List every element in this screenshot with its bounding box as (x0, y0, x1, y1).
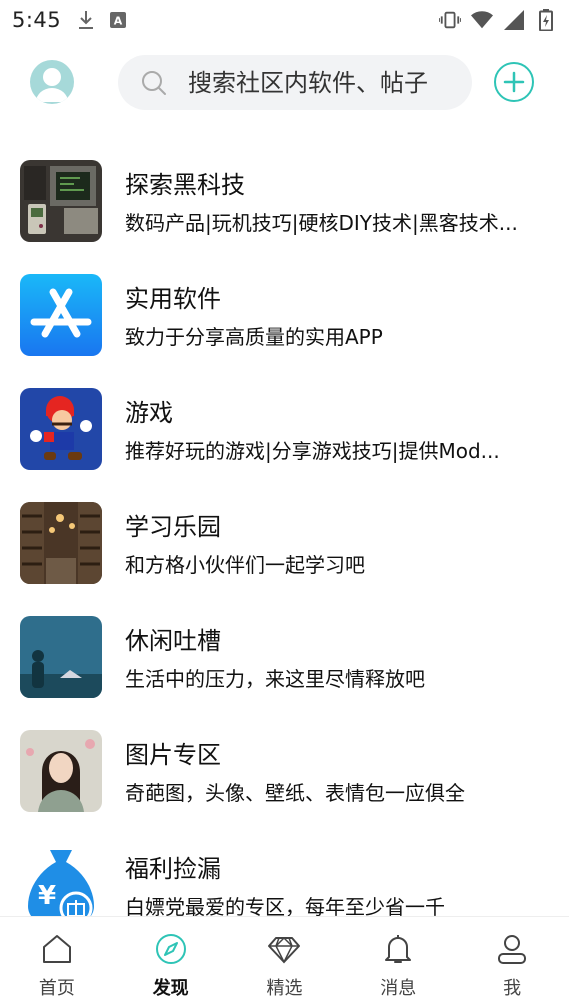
money-bag-icon: ¥ (20, 844, 102, 916)
list-item[interactable]: ¥ 福利捡漏 白嫖党最爱的专区，每年至少省一千 (0, 839, 569, 916)
list-item-title: 福利捡漏 (125, 855, 221, 883)
diamond-icon (268, 936, 301, 964)
status-time: 5:45 (12, 8, 62, 32)
top-bar (0, 48, 569, 116)
list-item-title: 学习乐园 (125, 513, 221, 541)
tab-messages[interactable]: 消息 (341, 917, 455, 1007)
list-item[interactable]: 图片专区 奇葩图，头像、壁纸、表情包一应俱全 (0, 725, 569, 825)
tab-featured[interactable]: 精选 (228, 917, 342, 1007)
tab-label: 发现 (152, 978, 189, 999)
tab-label: 精选 (266, 978, 303, 999)
search-icon (140, 69, 168, 97)
svg-text:A: A (114, 15, 123, 28)
tab-home[interactable]: 首页 (0, 917, 114, 1007)
list-item-desc: 推荐好玩的游戏|分享游戏技巧|提供Mod... (125, 439, 500, 463)
status-bar: 5:45 A (0, 0, 569, 40)
list-item-desc: 生活中的压力，来这里尽情释放吧 (125, 667, 425, 691)
tab-me[interactable]: 我 (455, 917, 569, 1007)
bottom-tab-bar: 首页 发现 精选 消息 我 (0, 916, 569, 1007)
avatar[interactable] (30, 60, 74, 104)
list-item[interactable]: 学习乐园 和方格小伙伴们一起学习吧 (0, 497, 569, 597)
home-icon (42, 935, 71, 963)
add-button[interactable] (494, 62, 534, 102)
list-item-desc: 和方格小伙伴们一起学习吧 (125, 553, 365, 577)
list-item-title: 休闲吐槽 (125, 627, 221, 655)
list-item[interactable]: 实用软件 致力于分享高质量的实用APP (0, 269, 569, 369)
portrait-thumbnail (20, 730, 102, 812)
search-input[interactable] (188, 55, 464, 110)
plus-icon (503, 71, 525, 93)
tab-label: 消息 (380, 978, 417, 999)
wifi-icon (471, 9, 493, 31)
tab-label: 我 (503, 978, 522, 999)
retro-computer-thumbnail (20, 160, 102, 242)
app-store-icon (20, 274, 102, 356)
mario-thumbnail (20, 388, 102, 470)
list-item-desc: 奇葩图，头像、壁纸、表情包一应俱全 (125, 781, 465, 805)
list-item-title: 实用软件 (125, 285, 221, 313)
library-thumbnail (20, 502, 102, 584)
user-icon (498, 935, 527, 964)
a-badge-icon: A (107, 9, 129, 31)
list-item[interactable]: 休闲吐槽 生活中的压力，来这里尽情释放吧 (0, 611, 569, 711)
tab-label: 首页 (38, 978, 75, 999)
list-item-title: 游戏 (125, 399, 173, 427)
list-item-desc: 致力于分享高质量的实用APP (125, 325, 383, 349)
tab-discover[interactable]: 发现 (114, 917, 228, 1007)
list-item-desc: 数码产品|玩机技巧|硬核DIY技术|黑客技术... (125, 211, 518, 235)
vibrate-icon (439, 9, 461, 31)
community-list: 探索黑科技 数码产品|玩机技巧|硬核DIY技术|黑客技术... 实用软件 致力于… (0, 150, 569, 916)
download-icon (75, 9, 97, 31)
list-item[interactable]: 游戏 推荐好玩的游戏|分享游戏技巧|提供Mod... (0, 383, 569, 483)
svg-text:¥: ¥ (38, 881, 56, 911)
list-item[interactable]: 探索黑科技 数码产品|玩机技巧|硬核DIY技术|黑客技术... (0, 155, 569, 255)
list-item-title: 图片专区 (125, 741, 221, 769)
bell-icon (385, 935, 412, 963)
list-item-desc: 白嫖党最爱的专区，每年至少省一千 (125, 895, 445, 916)
battery-icon (535, 9, 557, 31)
list-item-title: 探索黑科技 (125, 171, 245, 199)
compass-icon (155, 934, 186, 964)
silhouette-thumbnail (20, 616, 102, 698)
search-box[interactable] (118, 55, 472, 110)
signal-icon (503, 9, 525, 31)
